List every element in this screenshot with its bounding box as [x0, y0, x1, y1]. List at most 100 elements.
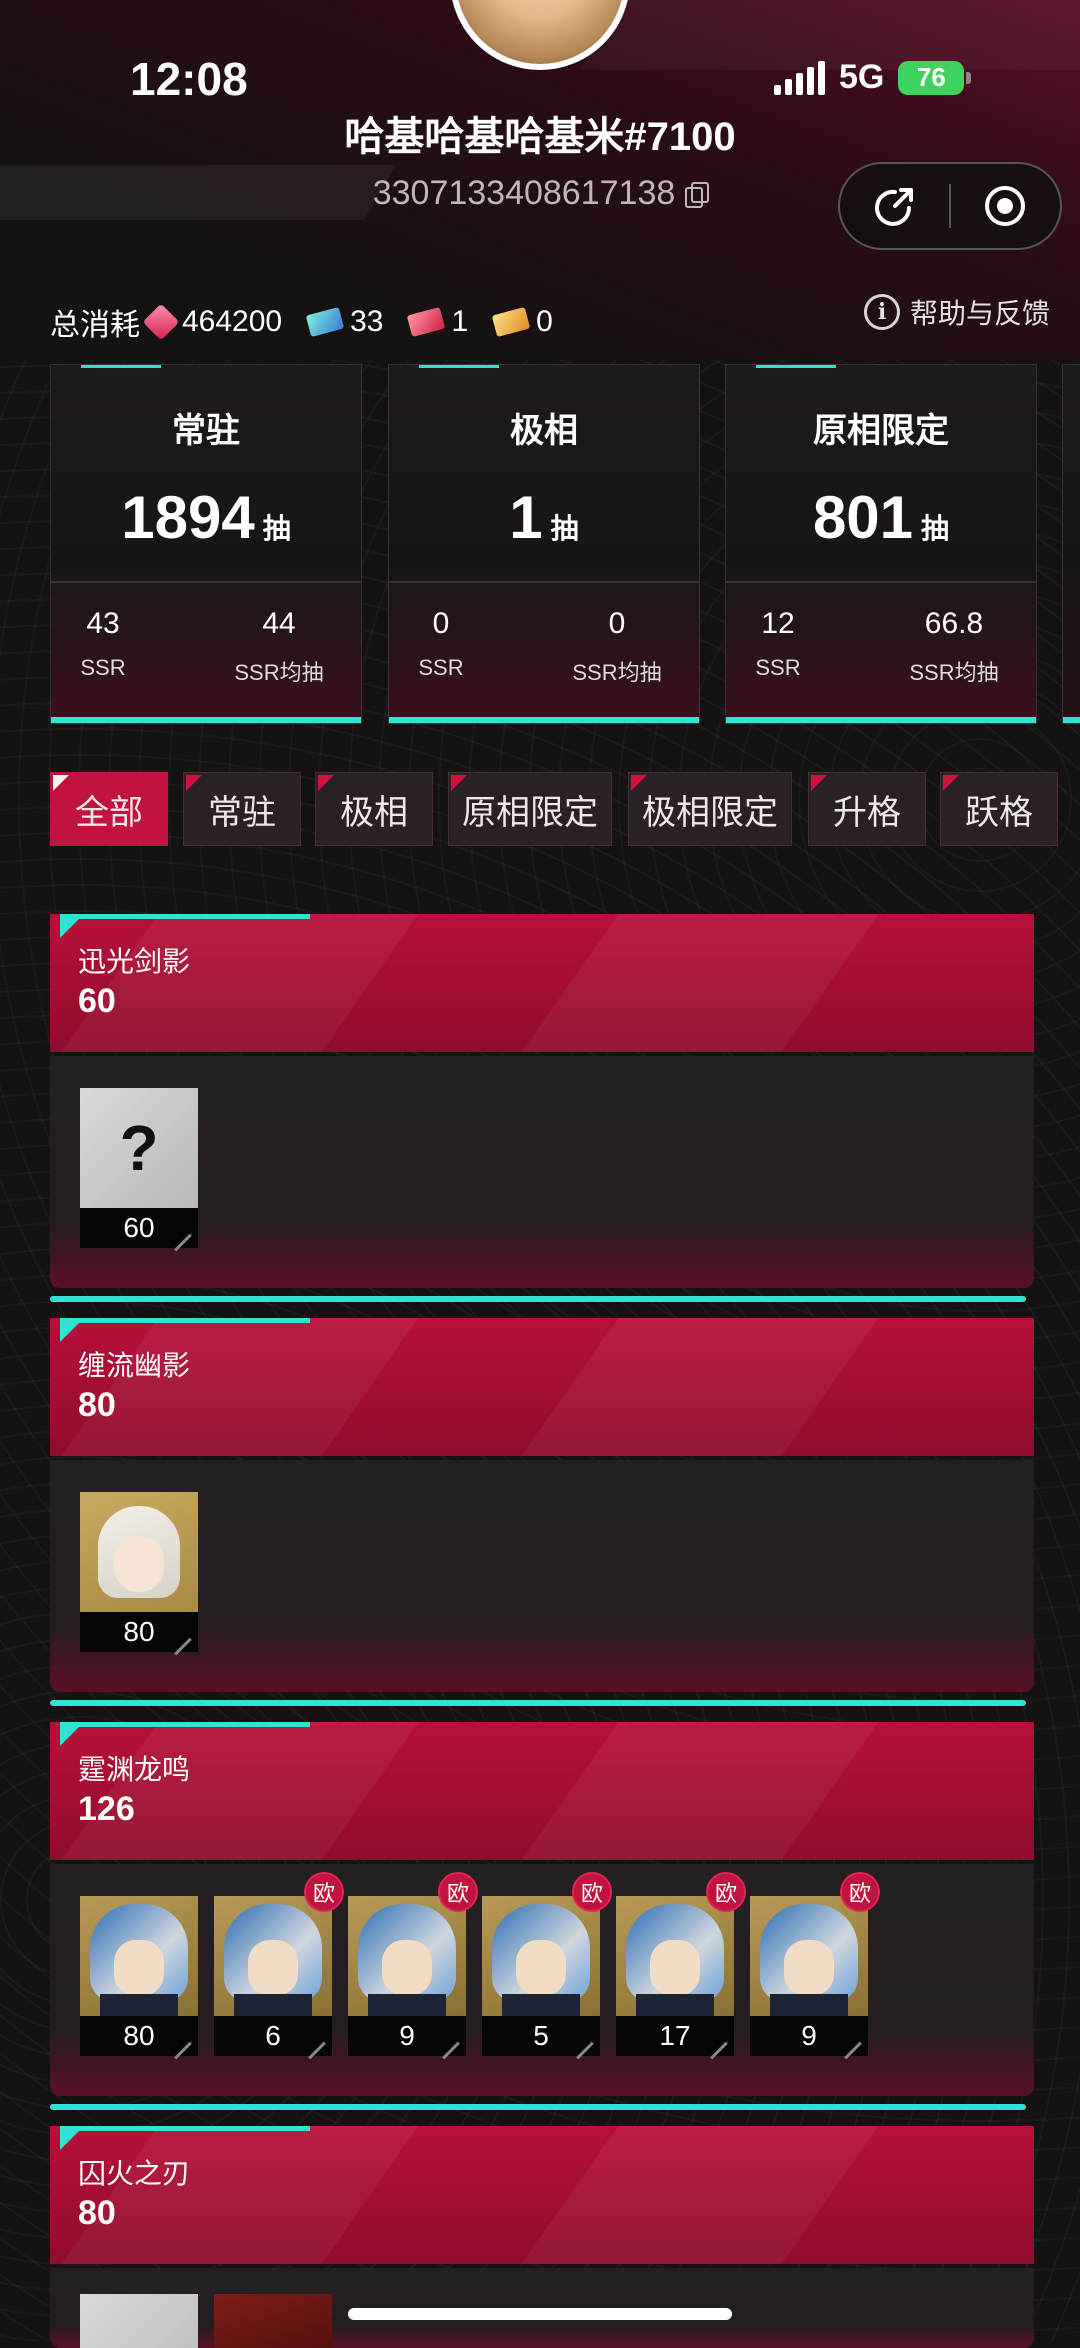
consumption-item: 0	[491, 305, 553, 339]
signal-icon	[774, 60, 825, 95]
limited-ticket-icon	[407, 306, 446, 338]
character-portrait	[214, 1896, 332, 2016]
stat-card-name: 极相	[510, 412, 578, 450]
character-portrait	[348, 1896, 466, 2016]
character-card[interactable]: ? 60	[80, 1088, 198, 1248]
consumption-item: 1	[407, 305, 468, 339]
pull-count: 80	[80, 1612, 198, 1652]
username: 哈基哈基哈基米#7100	[344, 115, 736, 159]
help-feedback-button[interactable]: i 帮助与反馈	[864, 292, 1050, 332]
section-body: 80 6 欧 9 欧 5 欧 17 欧 9 欧	[50, 1864, 1034, 2110]
character-card[interactable]: 17 欧	[616, 1872, 746, 2056]
network-type: 5G	[839, 58, 885, 96]
pull-count: 60	[80, 1208, 198, 1248]
section-header: 迅光剑影 60	[50, 914, 1034, 1052]
pull-count: 5	[482, 2016, 600, 2056]
share-icon	[874, 188, 913, 226]
status-indicators: 5G 76	[774, 58, 972, 97]
consumption-label: 总消耗	[50, 309, 140, 342]
tab-extreme[interactable]: 极相	[315, 772, 433, 846]
stat-card-standard[interactable]: 常驻 1894 抽 43 SSR 44 SSR均抽	[50, 364, 362, 724]
stat-card-extreme[interactable]: 极相 1抽 0 SSR 0 SSR均抽	[388, 364, 700, 724]
character-card[interactable]: 80	[80, 1896, 198, 2056]
banner-section: 缠流幽影 80 80	[50, 1318, 1034, 1706]
action-pill	[838, 162, 1062, 250]
unknown-character-icon	[80, 2294, 198, 2348]
banner-section: 霆渊龙鸣 126 80 6 欧 9 欧 5 欧 17 欧 9 欧	[50, 1722, 1034, 2110]
stat-card-limited[interactable]: 原相限定 801 抽 12 SSR 66.8 SSR均抽	[725, 364, 1037, 724]
tab-original-limited[interactable]: 原相限定	[448, 772, 612, 846]
tab-standard[interactable]: 常驻	[183, 772, 301, 846]
stat-card-pulls: 801 抽	[812, 484, 950, 551]
section-body: 80	[50, 1460, 1034, 1706]
tab-ascend[interactable]: 升格	[808, 772, 926, 846]
uid-value: 3307133408617138	[372, 174, 676, 212]
section-total: 80	[78, 2194, 116, 2232]
standard-ticket-icon	[305, 306, 345, 338]
stat-card-name: 常驻	[172, 412, 240, 450]
section-title: 缠流幽影	[78, 1350, 191, 1381]
info-icon: i	[864, 294, 900, 330]
character-portrait	[80, 1896, 198, 2016]
character-card[interactable]	[214, 2294, 332, 2348]
crystal-icon	[142, 303, 180, 341]
pull-count: 80	[80, 2016, 198, 2056]
lucky-badge: 欧	[438, 1872, 478, 1912]
section-total: 60	[78, 982, 116, 1020]
character-portrait	[482, 1896, 600, 2016]
record-icon	[985, 186, 1026, 226]
character-card[interactable]: 6 欧	[214, 1872, 344, 2056]
ssr-average: 66.8 SSR均抽	[909, 607, 999, 685]
lucky-badge: 欧	[706, 1872, 746, 1912]
character-portrait	[214, 2294, 332, 2348]
ssr-count: 0 SSR	[418, 607, 464, 680]
section-total: 126	[78, 1790, 135, 1828]
section-header: 霆渊龙鸣 126	[50, 1722, 1034, 1860]
consumption-row: 总消耗 464200 33 1 0	[50, 300, 571, 344]
stat-card-pulls: 1抽	[509, 484, 579, 551]
section-title: 囚火之刃	[78, 2158, 191, 2189]
unknown-character-icon: ?	[80, 1088, 198, 1208]
share-button[interactable]	[840, 162, 949, 250]
consumption-item: 464200	[142, 303, 282, 341]
lucky-badge: 欧	[572, 1872, 612, 1912]
stat-card-name: 原相限定	[813, 412, 949, 450]
consumption-item: 33	[305, 305, 383, 339]
character-card[interactable]: 9 欧	[750, 1872, 880, 2056]
tab-extreme-limited[interactable]: 极相限定	[628, 772, 792, 846]
tab-leap[interactable]: 跃格	[940, 772, 1058, 846]
character-portrait	[750, 1896, 868, 2016]
pull-count: 17	[616, 2016, 734, 2056]
character-card[interactable]: 9 欧	[348, 1872, 478, 2056]
section-header: 囚火之刃 80	[50, 2126, 1034, 2264]
ssr-average: 0 SSR均抽	[572, 607, 662, 685]
section-header: 缠流幽影 80	[50, 1318, 1034, 1456]
battery-level: 76	[898, 60, 965, 95]
character-portrait	[80, 1492, 198, 1612]
character-portrait	[616, 1896, 734, 2016]
section-title: 迅光剑影	[78, 946, 191, 977]
record-button[interactable]	[951, 162, 1060, 250]
copy-icon[interactable]	[685, 181, 710, 208]
character-card[interactable]: 80	[80, 1492, 198, 1652]
stat-card-pulls: 1894 抽	[121, 484, 291, 551]
weapon-ticket-icon	[491, 306, 531, 338]
pull-count: 9	[348, 2016, 466, 2056]
section-title: 霆渊龙鸣	[78, 1754, 191, 1785]
pull-count: 6	[214, 2016, 332, 2056]
character-card[interactable]: 5 欧	[482, 1872, 612, 2056]
ssr-average: 44 SSR均抽	[234, 607, 324, 685]
lucky-badge: 欧	[840, 1872, 880, 1912]
battery-icon: 76	[898, 60, 972, 95]
ssr-count: 12 SSR	[755, 607, 801, 680]
section-total: 80	[78, 1386, 116, 1424]
banner-section: 迅光剑影 60 ? 60	[50, 914, 1034, 1302]
ssr-count: 43 SSR	[80, 607, 126, 680]
home-indicator[interactable]	[348, 2308, 732, 2320]
tab-all[interactable]: 全部	[50, 772, 168, 846]
stat-card-next[interactable]	[1062, 364, 1080, 724]
pull-count: 9	[750, 2016, 868, 2056]
character-card[interactable]	[80, 2294, 198, 2348]
section-body: ? 60	[50, 1056, 1034, 1302]
status-time: 12:08	[130, 53, 248, 105]
